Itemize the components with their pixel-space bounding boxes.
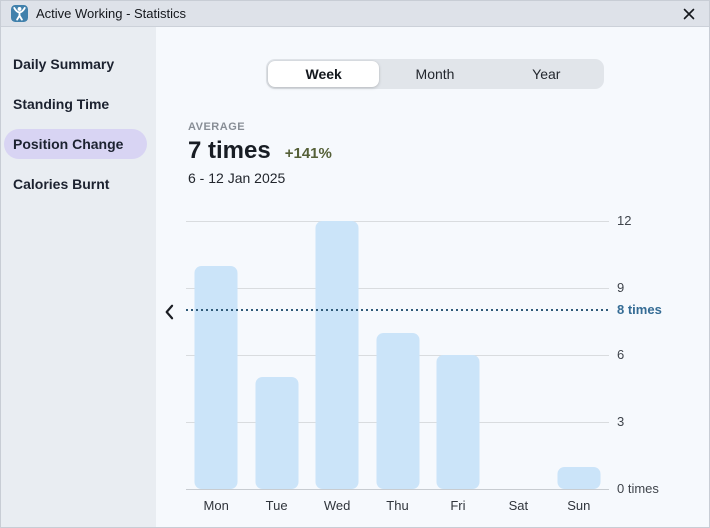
y-tick-label: 3 bbox=[617, 414, 702, 430]
bar-tue bbox=[255, 377, 298, 489]
app-window: Active Working - Statistics Daily Summar… bbox=[0, 0, 710, 528]
stats-delta-badge: +141% bbox=[285, 145, 332, 162]
main-panel: Week Month Year AVERAGE 7 times +141% 6 … bbox=[156, 27, 709, 527]
sidebar: Daily Summary Standing Time Position Cha… bbox=[1, 27, 156, 527]
sidebar-item-position-change[interactable]: Position Change bbox=[4, 129, 147, 159]
gridline-9 bbox=[186, 288, 609, 289]
sidebar-item-label: Calories Burnt bbox=[13, 176, 109, 192]
x-tick-label-thu: Thu bbox=[386, 498, 408, 513]
gridline-0 bbox=[186, 489, 609, 490]
bar-thu bbox=[376, 333, 419, 489]
y-tick-label: 6 bbox=[617, 347, 702, 363]
stats-value-row: 7 times +141% bbox=[188, 137, 332, 165]
tab-year[interactable]: Year bbox=[491, 61, 602, 87]
x-tick-label-sun: Sun bbox=[567, 498, 590, 513]
sidebar-item-label: Position Change bbox=[13, 136, 123, 152]
average-reference-label: 8 times bbox=[617, 302, 702, 318]
sidebar-item-daily-summary[interactable]: Daily Summary bbox=[4, 49, 147, 79]
stats-average-value: 7 times bbox=[188, 137, 271, 165]
x-tick-label-fri: Fri bbox=[450, 498, 465, 513]
x-axis-labels: Mon Tue Wed Thu Fri Sat Sun bbox=[186, 498, 609, 514]
sidebar-item-standing-time[interactable]: Standing Time bbox=[4, 89, 147, 119]
gridline-12 bbox=[186, 221, 609, 222]
titlebar: Active Working - Statistics bbox=[1, 1, 709, 27]
close-icon[interactable] bbox=[679, 4, 699, 24]
y-tick-label: 9 bbox=[617, 280, 702, 296]
sidebar-item-label: Daily Summary bbox=[13, 56, 114, 72]
tab-month[interactable]: Month bbox=[379, 61, 490, 87]
x-tick-label-sat: Sat bbox=[509, 498, 529, 513]
stats-heading: AVERAGE bbox=[188, 121, 332, 133]
x-tick-label-mon: Mon bbox=[204, 498, 229, 513]
x-tick-label-wed: Wed bbox=[324, 498, 351, 513]
sidebar-item-label: Standing Time bbox=[13, 96, 109, 112]
bar-mon bbox=[195, 266, 238, 489]
bar-chart: MonTueWedThuFriSatSun 129630 times8 time… bbox=[186, 221, 706, 528]
bar-sun bbox=[557, 467, 600, 489]
previous-period-button[interactable] bbox=[158, 300, 182, 324]
tab-week[interactable]: Week bbox=[268, 61, 379, 87]
plot-area bbox=[186, 221, 609, 489]
window-title: Active Working - Statistics bbox=[36, 6, 186, 21]
chevron-left-icon bbox=[160, 302, 180, 322]
summary-stats: AVERAGE 7 times +141% 6 - 12 Jan 2025 bbox=[188, 121, 332, 186]
bar-wed bbox=[316, 221, 359, 489]
y-tick-label: 12 bbox=[617, 213, 702, 229]
average-reference-line bbox=[186, 309, 609, 311]
y-tick-label: 0 times bbox=[617, 481, 702, 497]
close-x-glyph bbox=[682, 7, 696, 21]
period-segmented-control: Week Month Year bbox=[266, 59, 604, 89]
bar-fri bbox=[436, 355, 479, 489]
x-tick-label-tue: Tue bbox=[266, 498, 288, 513]
stats-date-range: 6 - 12 Jan 2025 bbox=[188, 170, 332, 186]
sidebar-item-calories-burnt[interactable]: Calories Burnt bbox=[4, 169, 147, 199]
app-icon bbox=[11, 5, 28, 22]
